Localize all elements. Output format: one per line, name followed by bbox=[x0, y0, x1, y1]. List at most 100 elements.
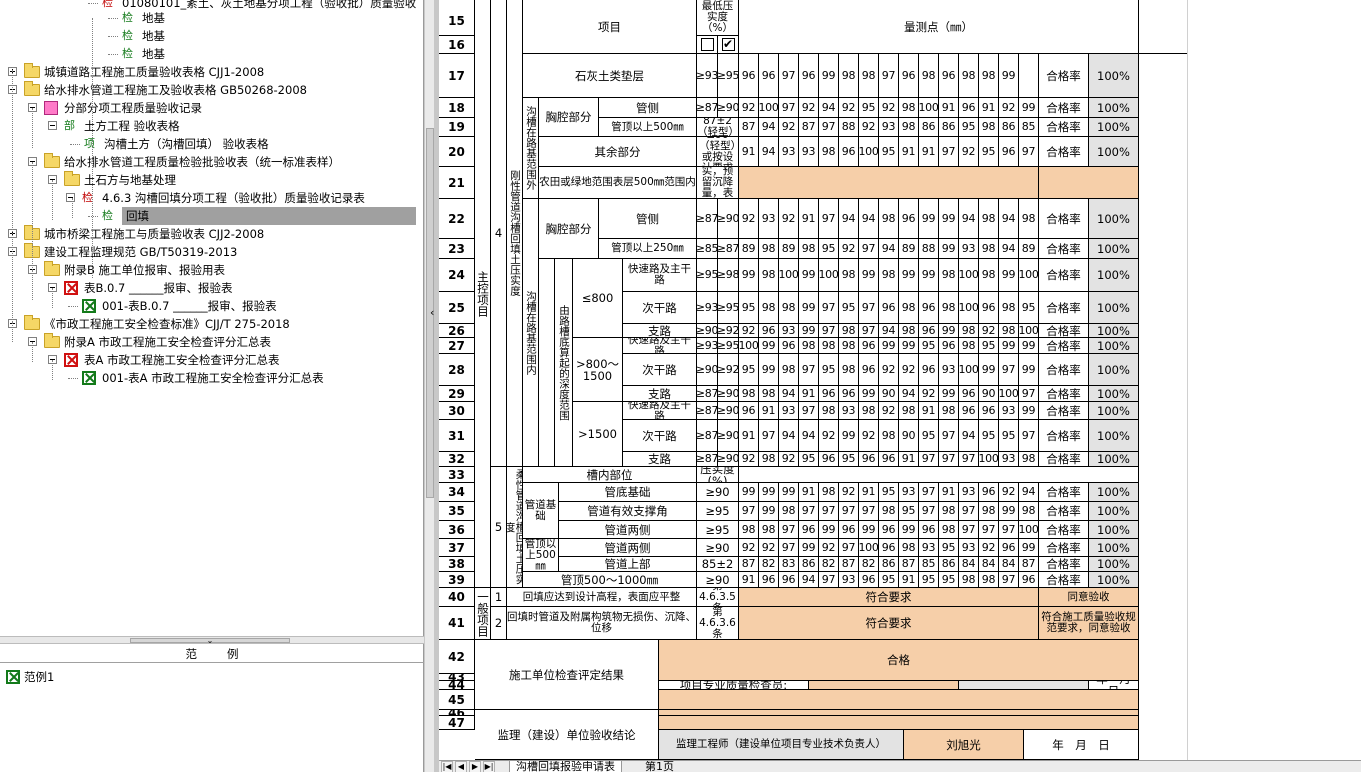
measure-point[interactable]: 96 bbox=[879, 521, 899, 539]
measure-point[interactable]: 98 bbox=[999, 292, 1019, 324]
tab-sheet-2[interactable]: 第1页 bbox=[639, 761, 680, 772]
measure-point[interactable]: 84 bbox=[979, 557, 999, 572]
measure-point[interactable]: 95 bbox=[819, 239, 839, 259]
measure-point[interactable]: 99 bbox=[979, 354, 999, 386]
measure-point[interactable]: 98 bbox=[839, 259, 859, 292]
measure-point[interactable]: 91 bbox=[859, 483, 879, 502]
measure-point[interactable]: 99 bbox=[799, 324, 819, 338]
measure-point[interactable]: 98 bbox=[739, 386, 759, 402]
measure-point[interactable]: 94 bbox=[999, 199, 1019, 239]
measure-point[interactable]: 97 bbox=[779, 539, 799, 557]
measure-point[interactable]: 95 bbox=[799, 452, 819, 467]
measure-point[interactable]: 96 bbox=[1019, 572, 1039, 588]
measure-point[interactable]: 96 bbox=[779, 572, 799, 588]
measure-point[interactable]: 99 bbox=[859, 259, 879, 292]
measure-point[interactable]: 97 bbox=[1019, 420, 1039, 452]
tree-node[interactable]: 分部分项工程质量验收记录 bbox=[0, 99, 418, 117]
measure-point[interactable]: 89 bbox=[739, 239, 759, 259]
measure-point[interactable]: 99 bbox=[919, 259, 939, 292]
measure-point[interactable]: 90 bbox=[879, 386, 899, 402]
measure-point[interactable]: 95 bbox=[979, 338, 999, 354]
measure-point[interactable]: 99 bbox=[999, 502, 1019, 521]
measure-point[interactable]: 94 bbox=[779, 386, 799, 402]
checkbox-checked[interactable]: ✔ bbox=[721, 38, 735, 51]
measure-point[interactable]: 93 bbox=[939, 354, 959, 386]
tree-node[interactable]: 项沟槽土方（沟槽回填） 验收表格 bbox=[0, 135, 418, 153]
measure-point[interactable]: 99 bbox=[819, 54, 839, 98]
measure-point[interactable]: 98 bbox=[979, 54, 999, 98]
measure-point[interactable]: 98 bbox=[939, 259, 959, 292]
measure-point[interactable]: 95 bbox=[859, 98, 879, 118]
measure-point[interactable]: 98 bbox=[899, 539, 919, 557]
measure-point[interactable]: 94 bbox=[899, 386, 919, 402]
measure-point[interactable]: 94 bbox=[759, 118, 779, 137]
measure-point[interactable]: 93 bbox=[779, 402, 799, 420]
measure-point[interactable]: 93 bbox=[839, 402, 859, 420]
tree-node[interactable]: 表A 市政工程施工安全检查评分汇总表 bbox=[0, 351, 418, 369]
measure-point[interactable]: 96 bbox=[979, 402, 999, 420]
measure-point[interactable]: 96 bbox=[919, 354, 939, 386]
measure-point[interactable]: 98 bbox=[819, 483, 839, 502]
measure-point[interactable]: 94 bbox=[819, 98, 839, 118]
measure-point[interactable]: 86 bbox=[879, 557, 899, 572]
measure-point[interactable]: 99 bbox=[799, 539, 819, 557]
sample-item[interactable]: 范例1 bbox=[6, 667, 54, 684]
measure-point[interactable]: 98 bbox=[959, 54, 979, 98]
measure-point[interactable]: 90 bbox=[899, 420, 919, 452]
measure-point[interactable]: 98 bbox=[979, 118, 999, 137]
measure-point[interactable]: 98 bbox=[979, 572, 999, 588]
measure-point[interactable]: 92 bbox=[739, 199, 759, 239]
measure-point[interactable]: 96 bbox=[879, 292, 899, 324]
measure-point[interactable]: 97 bbox=[939, 137, 959, 167]
measure-point[interactable]: 94 bbox=[799, 572, 819, 588]
measure-point[interactable]: 91 bbox=[739, 420, 759, 452]
measure-point[interactable]: 96 bbox=[919, 521, 939, 539]
measure-point[interactable]: 98 bbox=[799, 338, 819, 354]
measure-point[interactable]: 96 bbox=[899, 199, 919, 239]
measure-point[interactable]: 99 bbox=[819, 521, 839, 539]
measure-point[interactable]: 100 bbox=[1019, 324, 1039, 338]
measure-point[interactable]: 96 bbox=[799, 54, 819, 98]
measure-point[interactable]: 91 bbox=[739, 572, 759, 588]
measure-point[interactable]: 96 bbox=[919, 292, 939, 324]
collapse-icon[interactable] bbox=[66, 193, 75, 202]
measure-point[interactable]: 92 bbox=[799, 98, 819, 118]
measure-point[interactable]: 86 bbox=[939, 118, 959, 137]
measure-point[interactable]: 98 bbox=[1019, 502, 1039, 521]
measure-point[interactable]: 92 bbox=[899, 354, 919, 386]
measure-point[interactable]: 99 bbox=[999, 54, 1019, 98]
measure-point[interactable]: 100 bbox=[959, 292, 979, 324]
measure-point[interactable]: 99 bbox=[899, 521, 919, 539]
measure-point[interactable]: 95 bbox=[879, 572, 899, 588]
measure-point[interactable]: 91 bbox=[899, 572, 919, 588]
measure-point[interactable]: 96 bbox=[959, 402, 979, 420]
next-sheet-icon[interactable]: ▶ bbox=[469, 761, 481, 772]
measure-point[interactable]: 96 bbox=[879, 539, 899, 557]
measure-point[interactable]: 97 bbox=[819, 118, 839, 137]
measure-point[interactable]: 92 bbox=[879, 402, 899, 420]
measure-point[interactable]: 98 bbox=[899, 98, 919, 118]
measure-point[interactable]: 92 bbox=[759, 539, 779, 557]
measure-point[interactable]: 97 bbox=[779, 54, 799, 98]
measure-point[interactable]: 92 bbox=[919, 386, 939, 402]
measure-point[interactable]: 98 bbox=[779, 354, 799, 386]
measure-point[interactable]: 94 bbox=[859, 199, 879, 239]
measure-point[interactable]: 95 bbox=[919, 338, 939, 354]
measure-point[interactable]: 98 bbox=[779, 292, 799, 324]
measure-point[interactable]: 95 bbox=[919, 572, 939, 588]
measure-point[interactable]: 97 bbox=[1019, 386, 1039, 402]
measure-point[interactable]: 82 bbox=[859, 557, 879, 572]
measure-point[interactable]: 100 bbox=[759, 98, 779, 118]
measure-point[interactable]: 97 bbox=[919, 502, 939, 521]
measure-point[interactable]: 97 bbox=[859, 324, 879, 338]
measure-point[interactable]: 92 bbox=[739, 452, 759, 467]
tree-node[interactable]: 检地基 bbox=[0, 45, 418, 63]
measure-point[interactable]: 92 bbox=[779, 118, 799, 137]
measure-point[interactable]: 98 bbox=[839, 54, 859, 98]
tree-node[interactable]: 检地基 bbox=[0, 27, 418, 45]
measure-point[interactable]: 97 bbox=[959, 502, 979, 521]
tree-vertical-scrollbar[interactable] bbox=[424, 0, 434, 772]
panel-splitter[interactable]: ⌄ bbox=[0, 636, 424, 645]
light-checkbox-cell[interactable]: ✔ bbox=[718, 36, 739, 54]
measure-point[interactable]: 96 bbox=[799, 521, 819, 539]
